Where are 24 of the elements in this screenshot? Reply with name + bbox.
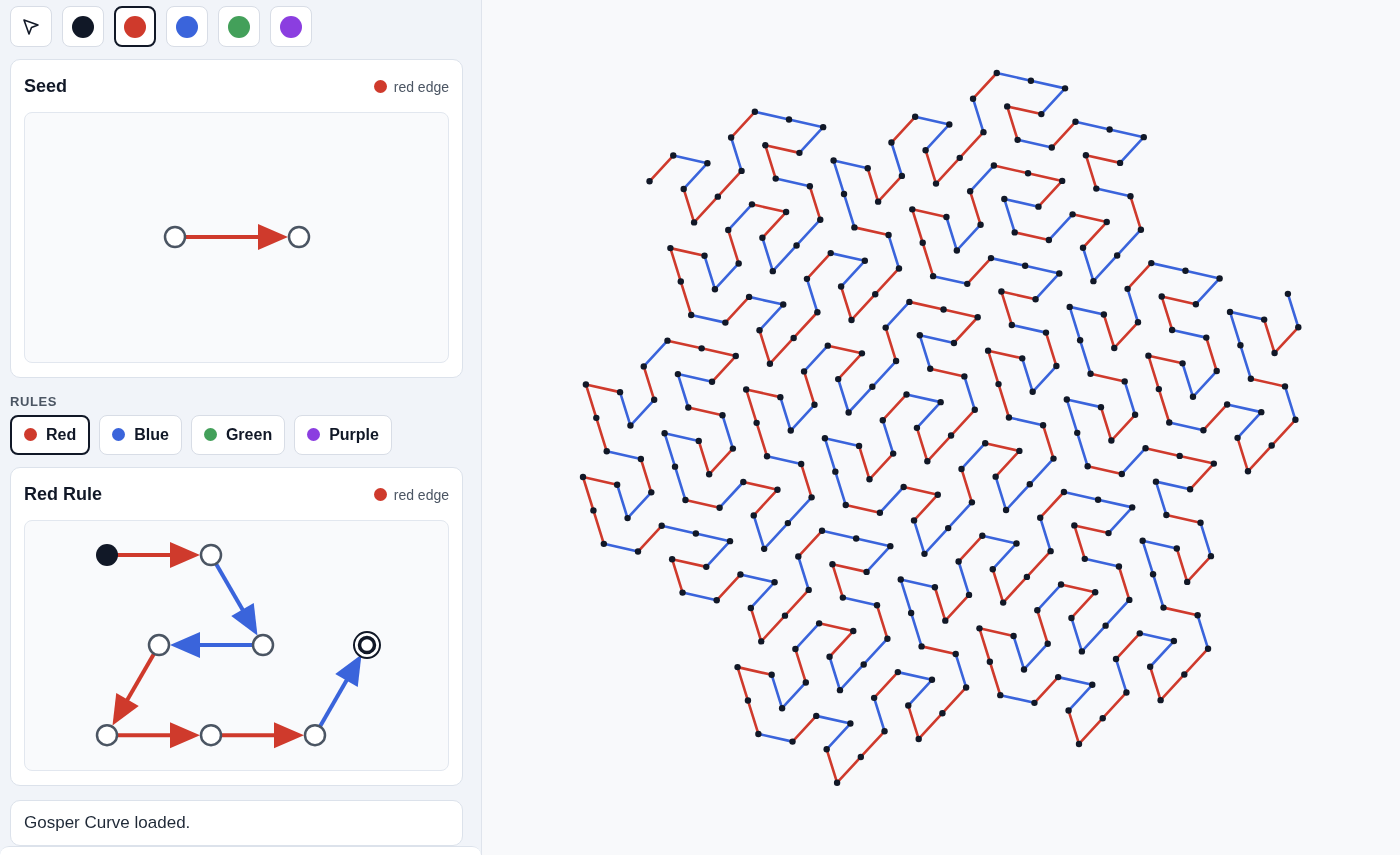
rule-tab[interactable]: Red bbox=[10, 414, 91, 455]
node[interactable] bbox=[199, 724, 222, 747]
section-heading: RULES bbox=[10, 393, 59, 409]
graph-canvas[interactable] bbox=[24, 519, 449, 771]
end-node[interactable] bbox=[352, 631, 381, 660]
legend-label: red edge bbox=[393, 486, 449, 503]
start-node[interactable] bbox=[95, 544, 118, 567]
card-title: Red Rule bbox=[24, 484, 102, 506]
rule-tab[interactable]: Purple bbox=[294, 414, 392, 455]
node[interactable] bbox=[303, 724, 326, 747]
color-swatch-button[interactable] bbox=[114, 6, 156, 47]
node[interactable] bbox=[199, 543, 222, 567]
node[interactable] bbox=[147, 634, 170, 657]
node[interactable] bbox=[251, 634, 274, 657]
status-message: Gosper Curve loaded. bbox=[10, 799, 463, 846]
node[interactable] bbox=[95, 724, 118, 747]
rule-tab[interactable]: Blue bbox=[99, 414, 182, 455]
node[interactable] bbox=[163, 226, 186, 249]
rule-tab[interactable]: Green bbox=[190, 414, 286, 455]
pointer-icon bbox=[22, 17, 40, 36]
node[interactable] bbox=[287, 226, 310, 249]
card-title: Seed bbox=[24, 76, 68, 98]
pointer-tool-button[interactable] bbox=[10, 6, 52, 47]
legend-label: red edge bbox=[393, 78, 449, 95]
